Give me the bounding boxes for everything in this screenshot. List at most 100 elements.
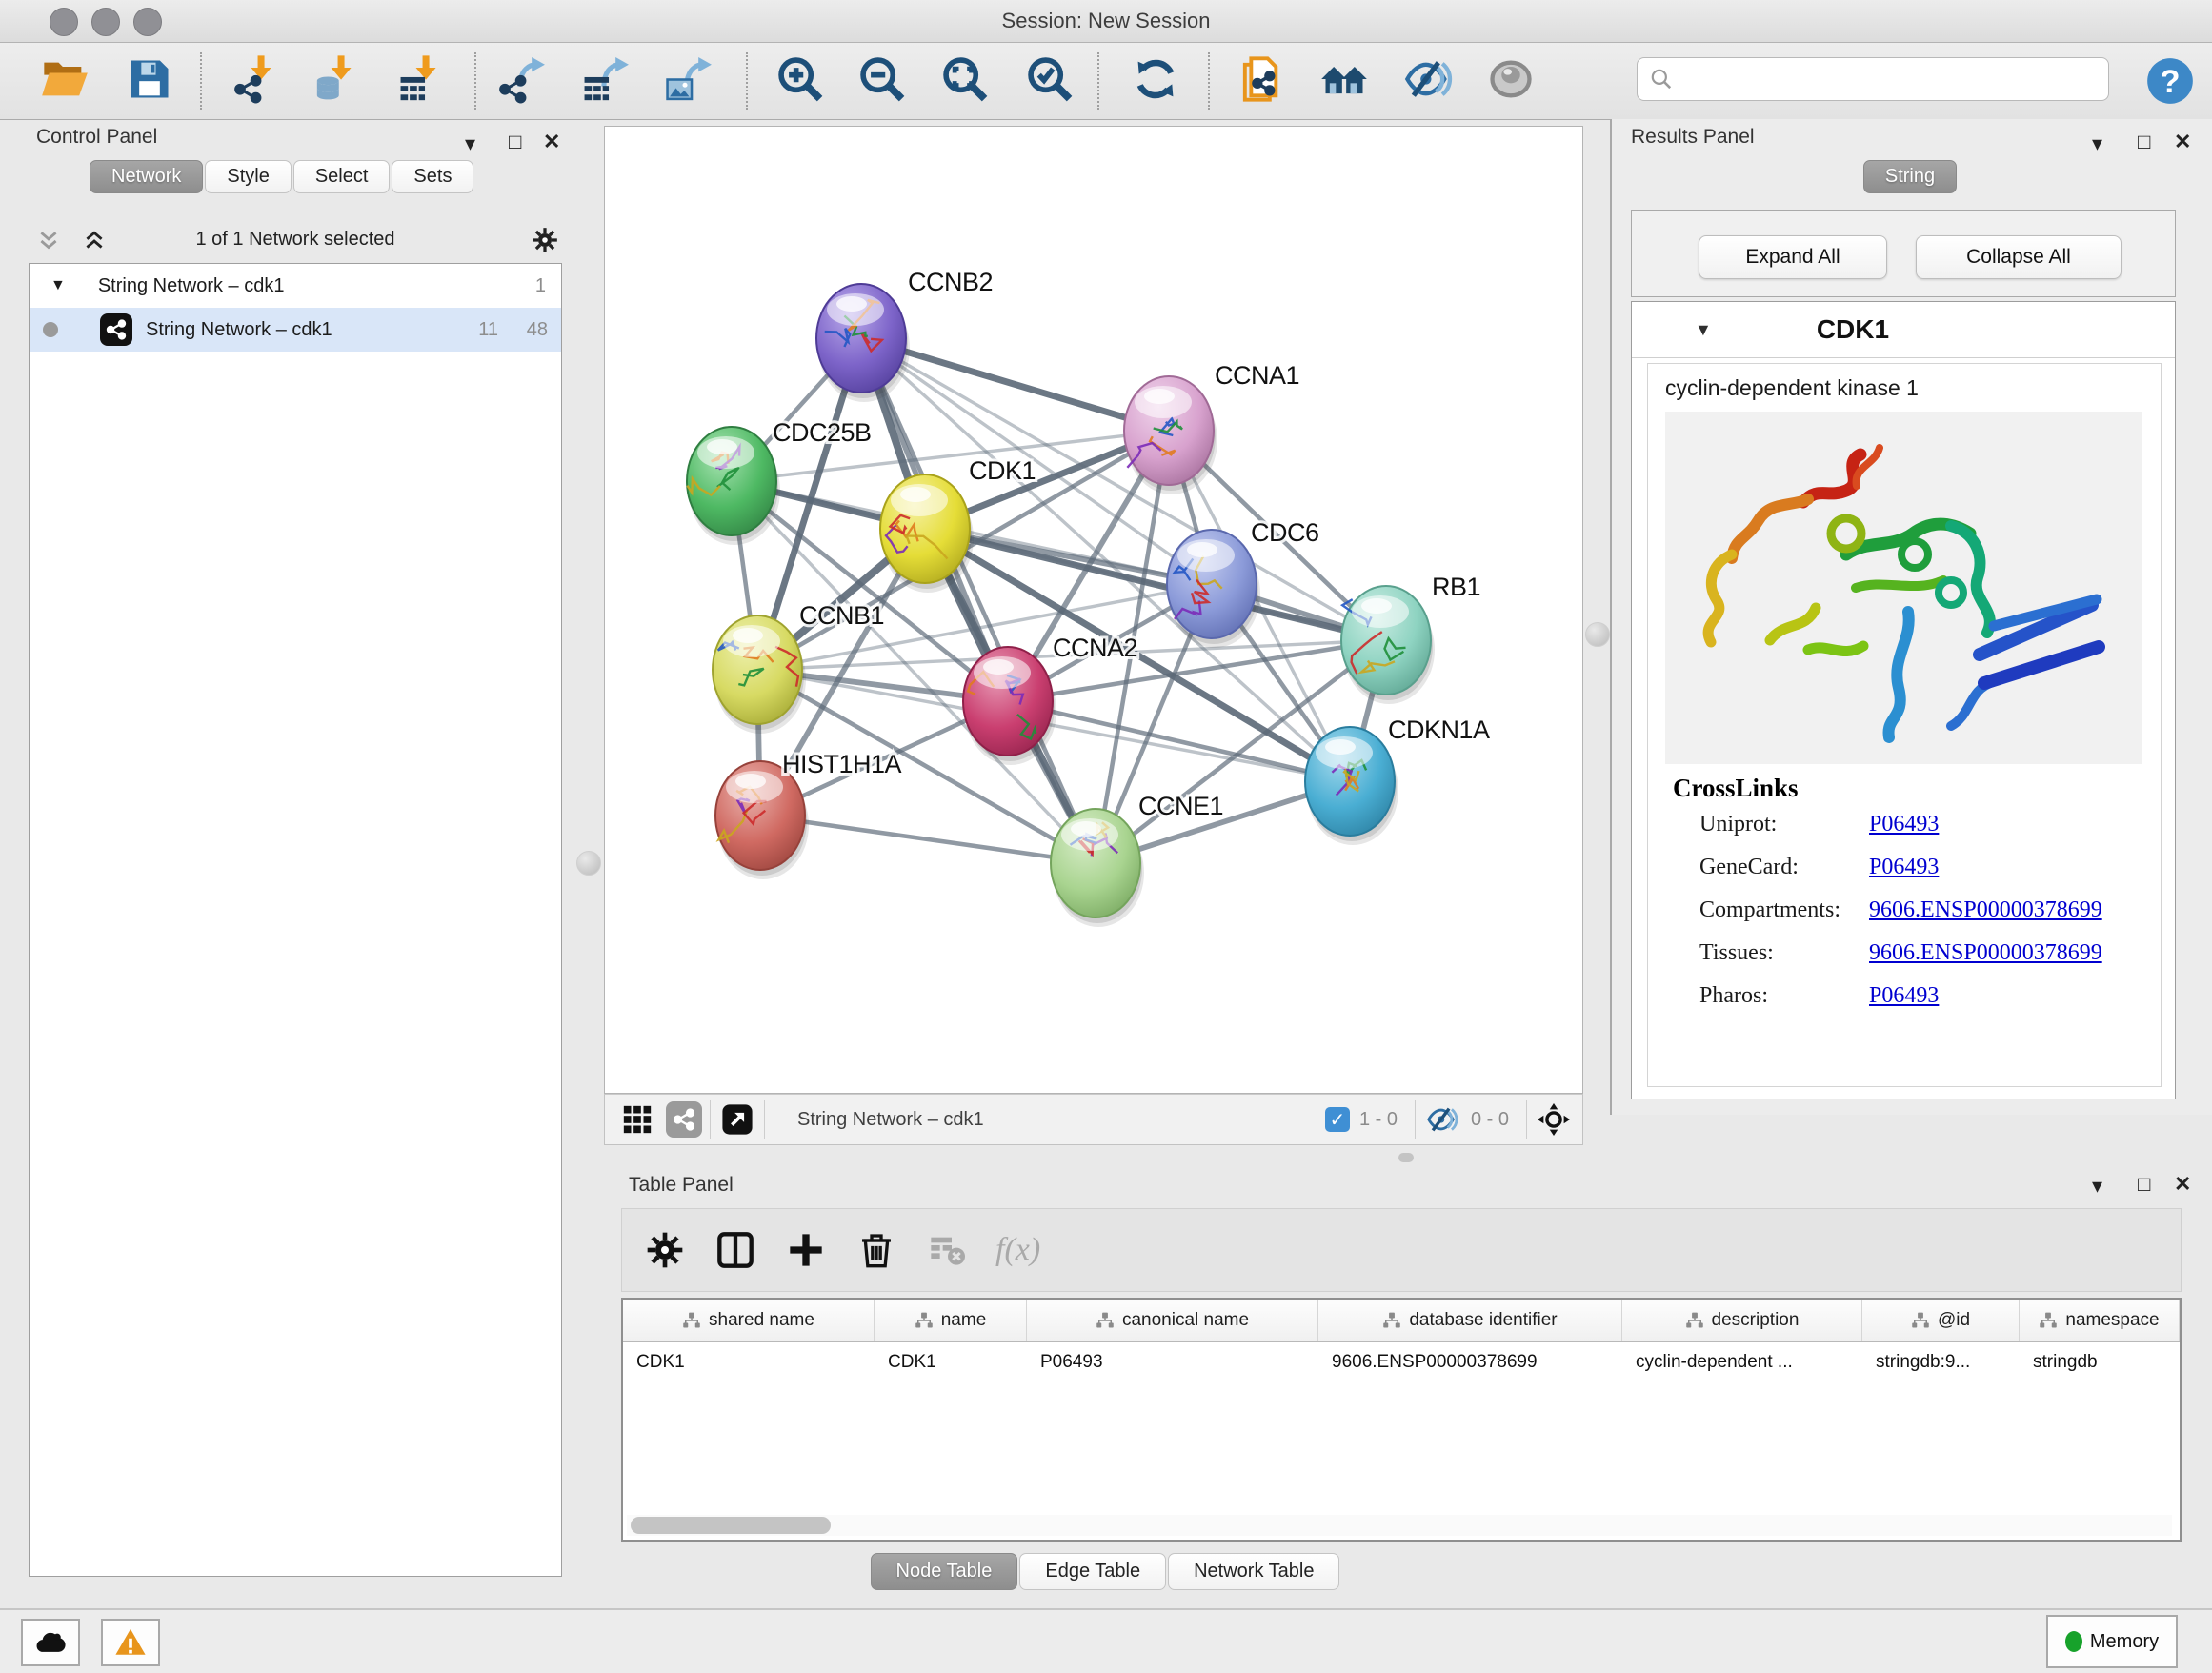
scrollbar-thumb[interactable] (631, 1517, 831, 1534)
table-panel-menu-icon[interactable]: ▾ (2092, 1174, 2102, 1199)
memory-button[interactable]: Memory (2046, 1615, 2178, 1668)
entry-header[interactable]: ▼ CDK1 (1632, 302, 2175, 358)
control-panel-menu-icon[interactable]: ▾ (465, 131, 475, 156)
table-hscrollbar[interactable] (627, 1515, 2172, 1536)
node-CCNB2[interactable]: CCNB2 (816, 268, 993, 402)
cell-name[interactable]: CDK1 (875, 1352, 1027, 1373)
hidden-eye-icon[interactable] (1423, 1100, 1461, 1139)
network-label: String Network – cdk1 (146, 319, 332, 341)
edge-CCNB2-CCNE1[interactable] (861, 338, 1096, 863)
node-CCNE1[interactable]: CCNE1 (1051, 792, 1223, 927)
tab-sets[interactable]: Sets (392, 160, 473, 193)
crosslink-link-uniprot[interactable]: P06493 (1869, 812, 1939, 837)
string-badge-icon[interactable] (666, 1101, 702, 1138)
help-button[interactable] (2143, 54, 2197, 108)
warnings-button[interactable] (101, 1619, 160, 1666)
zoom-fit-button[interactable] (938, 54, 992, 108)
birdseye-grid-icon[interactable] (618, 1100, 656, 1139)
home-layouts-button[interactable] (1317, 54, 1371, 108)
table-panel-float-icon[interactable]: □ (2138, 1172, 2150, 1197)
column-header-description[interactable]: description (1622, 1300, 1862, 1341)
add-column-icon[interactable] (784, 1228, 828, 1272)
collection-caret-icon[interactable]: ▼ (50, 277, 66, 294)
tab-edge-table[interactable]: Edge Table (1019, 1553, 1166, 1590)
expand-all-button[interactable]: Expand All (1699, 235, 1887, 279)
edge-CCNA2-CDKN1A[interactable] (1008, 701, 1350, 781)
zoom-in-button[interactable] (774, 54, 827, 108)
column-header-canonical-name[interactable]: canonical name (1027, 1300, 1318, 1341)
crosslink-link-pharos[interactable]: P06493 (1869, 983, 1939, 1009)
network-canvas[interactable]: CCNB2CCNA1CDC25BCDK1CDC6RB1CCNB1CCNA2CDK… (604, 126, 1583, 1094)
tab-style[interactable]: Style (205, 160, 291, 193)
export-table-button[interactable] (580, 54, 633, 108)
zoom-selected-icon (1025, 54, 1075, 109)
column-header-namespace[interactable]: namespace (2020, 1300, 2180, 1341)
node-CDC6[interactable]: CDC6 (1167, 518, 1319, 648)
network-options-gear-icon[interactable] (532, 227, 558, 258)
open-session-button[interactable] (38, 54, 91, 108)
network-graph[interactable]: CCNB2CCNA1CDC25BCDK1CDC6RB1CCNB1CCNA2CDK… (605, 127, 1582, 1093)
table-panel-close-icon[interactable]: ✕ (2174, 1172, 2191, 1197)
cell-canonical-name[interactable]: P06493 (1027, 1352, 1318, 1373)
import-table-button[interactable] (396, 54, 450, 108)
zoom-selected-button[interactable] (1023, 54, 1076, 108)
network-collection-row[interactable]: ▼ String Network – cdk1 1 (30, 264, 561, 308)
node-CDC25B[interactable]: CDC25B (687, 418, 872, 545)
show-selected-button[interactable] (1484, 54, 1538, 108)
node-CDKN1A[interactable]: CDKN1A (1305, 716, 1490, 845)
column-header-shared-name[interactable]: shared name (623, 1300, 875, 1341)
show-columns-icon[interactable] (714, 1228, 757, 1272)
pan-crosshair-icon[interactable] (1535, 1100, 1573, 1139)
table-settings-gear-icon[interactable] (643, 1228, 687, 1272)
cell-description[interactable]: cyclin-dependent ... (1622, 1352, 1862, 1373)
export-network-button[interactable] (496, 54, 550, 108)
column-header-database-identifier[interactable]: database identifier (1318, 1300, 1622, 1341)
left-splitter-grip[interactable] (576, 851, 601, 876)
search-input[interactable] (1637, 57, 2109, 101)
horizontal-splitter-grip[interactable] (1398, 1153, 1414, 1162)
crosslink-link-compartments[interactable]: 9606.ENSP00000378699 (1869, 897, 2102, 923)
hide-selected-button[interactable] (1401, 54, 1455, 108)
tab-select[interactable]: Select (293, 160, 391, 193)
control-panel-float-icon[interactable]: □ (509, 130, 521, 154)
cell-@id[interactable]: stringdb:9... (1862, 1352, 2020, 1373)
node-CDK1[interactable]: CDK1 (880, 456, 1036, 593)
node-HIST1H1A[interactable]: HIST1H1A (715, 750, 902, 879)
tab-network-table[interactable]: Network Table (1168, 1553, 1339, 1590)
cloud-button[interactable] (21, 1619, 80, 1666)
control-panel-close-icon[interactable]: ✕ (543, 130, 560, 154)
node-CCNA2[interactable]: CCNA2 (963, 634, 1137, 765)
refresh-button[interactable] (1129, 54, 1182, 108)
delete-column-icon[interactable] (855, 1228, 898, 1272)
entry-caret-icon[interactable]: ▼ (1695, 320, 1712, 340)
network-row-selected[interactable]: String Network – cdk1 11 48 (30, 308, 561, 352)
collapse-all-button[interactable]: Collapse All (1916, 235, 2122, 279)
tab-node-table[interactable]: Node Table (871, 1553, 1018, 1590)
crosslink-link-genecard[interactable]: P06493 (1869, 855, 1939, 880)
clone-network-button[interactable] (1233, 54, 1286, 108)
cell-database-identifier[interactable]: 9606.ENSP00000378699 (1318, 1352, 1622, 1373)
column-header-name[interactable]: name (875, 1300, 1027, 1341)
results-panel-float-icon[interactable]: □ (2138, 130, 2150, 154)
crosslink-link-tissues[interactable]: 9606.ENSP00000378699 (1869, 940, 2102, 966)
network-view-footer: String Network – cdk1 ✓ 1 - 0 0 - 0 (604, 1094, 1583, 1145)
results-panel-menu-icon[interactable]: ▾ (2092, 131, 2102, 156)
cell-namespace[interactable]: stringdb (2020, 1352, 2180, 1373)
selected-checkbox[interactable]: ✓ (1325, 1107, 1350, 1132)
zoom-out-button[interactable] (855, 54, 909, 108)
detach-view-icon[interactable] (718, 1100, 756, 1139)
table-row[interactable]: CDK1CDK1P064939606.ENSP00000378699cyclin… (623, 1342, 2180, 1382)
cell-shared-name[interactable]: CDK1 (623, 1352, 875, 1373)
import-network-button[interactable] (231, 54, 285, 108)
export-image-button[interactable] (663, 54, 716, 108)
save-session-button[interactable] (123, 54, 176, 108)
tab-string[interactable]: String (1863, 160, 1957, 193)
edge-HIST1H1A-CCNE1[interactable] (760, 816, 1096, 863)
right-splitter-grip[interactable] (1585, 622, 1610, 647)
node-RB1[interactable]: RB1 (1341, 573, 1480, 704)
node-CCNB1[interactable]: CCNB1 (713, 601, 884, 734)
column-header-@id[interactable]: @id (1862, 1300, 2020, 1341)
import-database-button[interactable] (312, 54, 365, 108)
tab-network[interactable]: Network (90, 160, 203, 193)
results-panel-close-icon[interactable]: ✕ (2174, 130, 2191, 154)
